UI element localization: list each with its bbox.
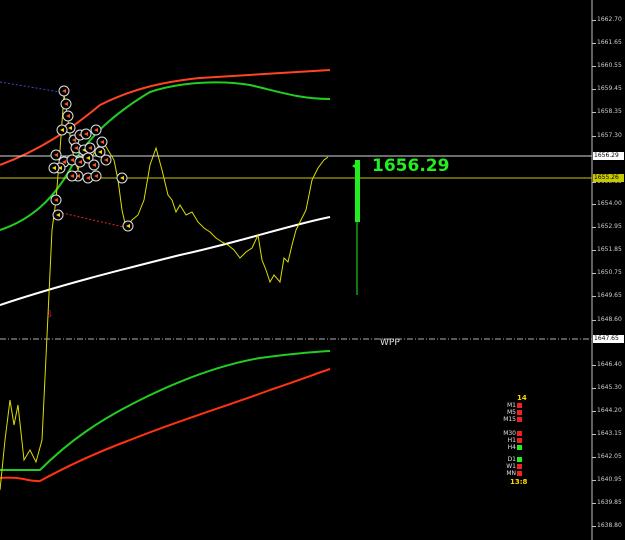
timeframe-row-h1: H1 [492, 437, 526, 444]
axis-tick [592, 457, 596, 458]
timeframe-label: H4 [507, 444, 516, 451]
timeframe-label: M30 [503, 430, 516, 437]
timeframe-label: M15 [503, 416, 516, 423]
timeframe-row-h4: H4 [492, 444, 526, 451]
lower-band-green-line [0, 350, 331, 471]
axis-price-label: 1639.85 [597, 499, 622, 506]
axis-tick [592, 273, 596, 274]
timeframe-status-indicator [517, 431, 522, 436]
axis-tick [592, 20, 596, 21]
timeframe-label: M5 [507, 409, 516, 416]
axis-price-label: 1651.85 [597, 246, 622, 253]
timeframe-count: 14 [517, 394, 527, 402]
axis-tick [592, 296, 596, 297]
axis-tick [592, 227, 596, 228]
axis-price-label: 1645.30 [597, 384, 622, 391]
timeframe-status-panel: 14 M1 M5 M15 M30 H1 H4 D1 W1 MN 13:8 [492, 394, 532, 486]
signal-markers [48, 85, 134, 232]
axis-tick [592, 136, 596, 137]
wpp-price-box: 1647.65 [593, 335, 624, 343]
timeframe-label: M1 [507, 402, 516, 409]
axis-price-label: 1648.60 [597, 316, 622, 323]
axis-tick [592, 66, 596, 67]
timeframe-status-indicator [517, 471, 522, 476]
timeframe-status-indicator [517, 438, 522, 443]
timeframe-label: W1 [506, 463, 516, 470]
axis-tick [592, 250, 596, 251]
chart-window[interactable]: ⇩ 1662.70 1661.65 1660.55 1659.45 1658.35 165… [0, 0, 625, 540]
axis-price-label: 1654.00 [597, 200, 622, 207]
price-line [0, 94, 329, 491]
timeframe-status-indicator [517, 445, 522, 450]
axis-tick [592, 480, 596, 481]
axis-tick [592, 112, 596, 113]
axis-price-label: 1659.45 [597, 85, 622, 92]
timeframe-row-m5: M5 [492, 409, 526, 416]
axis-tick [592, 411, 596, 412]
axis-price-label: 1661.65 [597, 39, 622, 46]
timeframe-row-mn: MN [492, 470, 526, 477]
axis-tick [592, 204, 596, 205]
axis-price-label: 1657.30 [597, 132, 622, 139]
axis-tick [592, 434, 596, 435]
timeframe-status-indicator [517, 464, 522, 469]
trend-line-dotted [0, 81, 61, 93]
axis-price-label: 1643.15 [597, 430, 622, 437]
timeframe-label: MN [506, 470, 516, 477]
axis-tick [592, 503, 596, 504]
axis-tick [592, 388, 596, 389]
timeframe-label: H1 [507, 437, 516, 444]
lower-band-red-line [0, 368, 331, 483]
axis-price-label: 1652.95 [597, 223, 622, 230]
wpp-label: WPP [380, 338, 400, 348]
red-arrow-marker: ⇩ [46, 310, 54, 320]
timeframe-status-indicator [517, 410, 522, 415]
candle-timer: 13:8 [510, 478, 528, 486]
axis-tick [592, 43, 596, 44]
axis-tick [592, 182, 596, 183]
timeframe-row-d1: D1 [492, 456, 526, 463]
timeframe-status-indicator [517, 417, 522, 422]
axis-tick [592, 365, 596, 366]
axis-price-label: 1642.05 [597, 453, 622, 460]
axis-tick [592, 89, 596, 90]
axis-price-label: 1660.55 [597, 62, 622, 69]
trend-line-dotted-red [57, 211, 129, 229]
axis-price-label: 1640.95 [597, 476, 622, 483]
timeframe-row-m15: M15 [492, 416, 526, 423]
axis-price-label: 1649.65 [597, 292, 622, 299]
timeframe-label: D1 [507, 456, 516, 463]
timeframe-row-w1: W1 [492, 463, 526, 470]
axis-price-label: 1646.40 [597, 361, 622, 368]
axis-tick [592, 320, 596, 321]
bid-price-box: 1655.26 [593, 174, 624, 182]
timeframe-row-m1: M1 [492, 402, 526, 409]
timeframe-status-indicator [517, 457, 522, 462]
axis-price-label: 1662.70 [597, 16, 622, 23]
upper-band-red-line [0, 69, 331, 166]
axis-price-label: 1644.20 [597, 407, 622, 414]
timeframe-row-m30: M30 [492, 430, 526, 437]
big-price-label: 1656.29 [372, 156, 450, 176]
timeframe-status-indicator [517, 403, 522, 408]
axis-price-label: 1650.75 [597, 269, 622, 276]
axis-tick [592, 526, 596, 527]
current-price-box: 1656.29 [593, 152, 624, 160]
axis-price-label: 1658.35 [597, 108, 622, 115]
axis-price-label: 1638.80 [597, 522, 622, 529]
